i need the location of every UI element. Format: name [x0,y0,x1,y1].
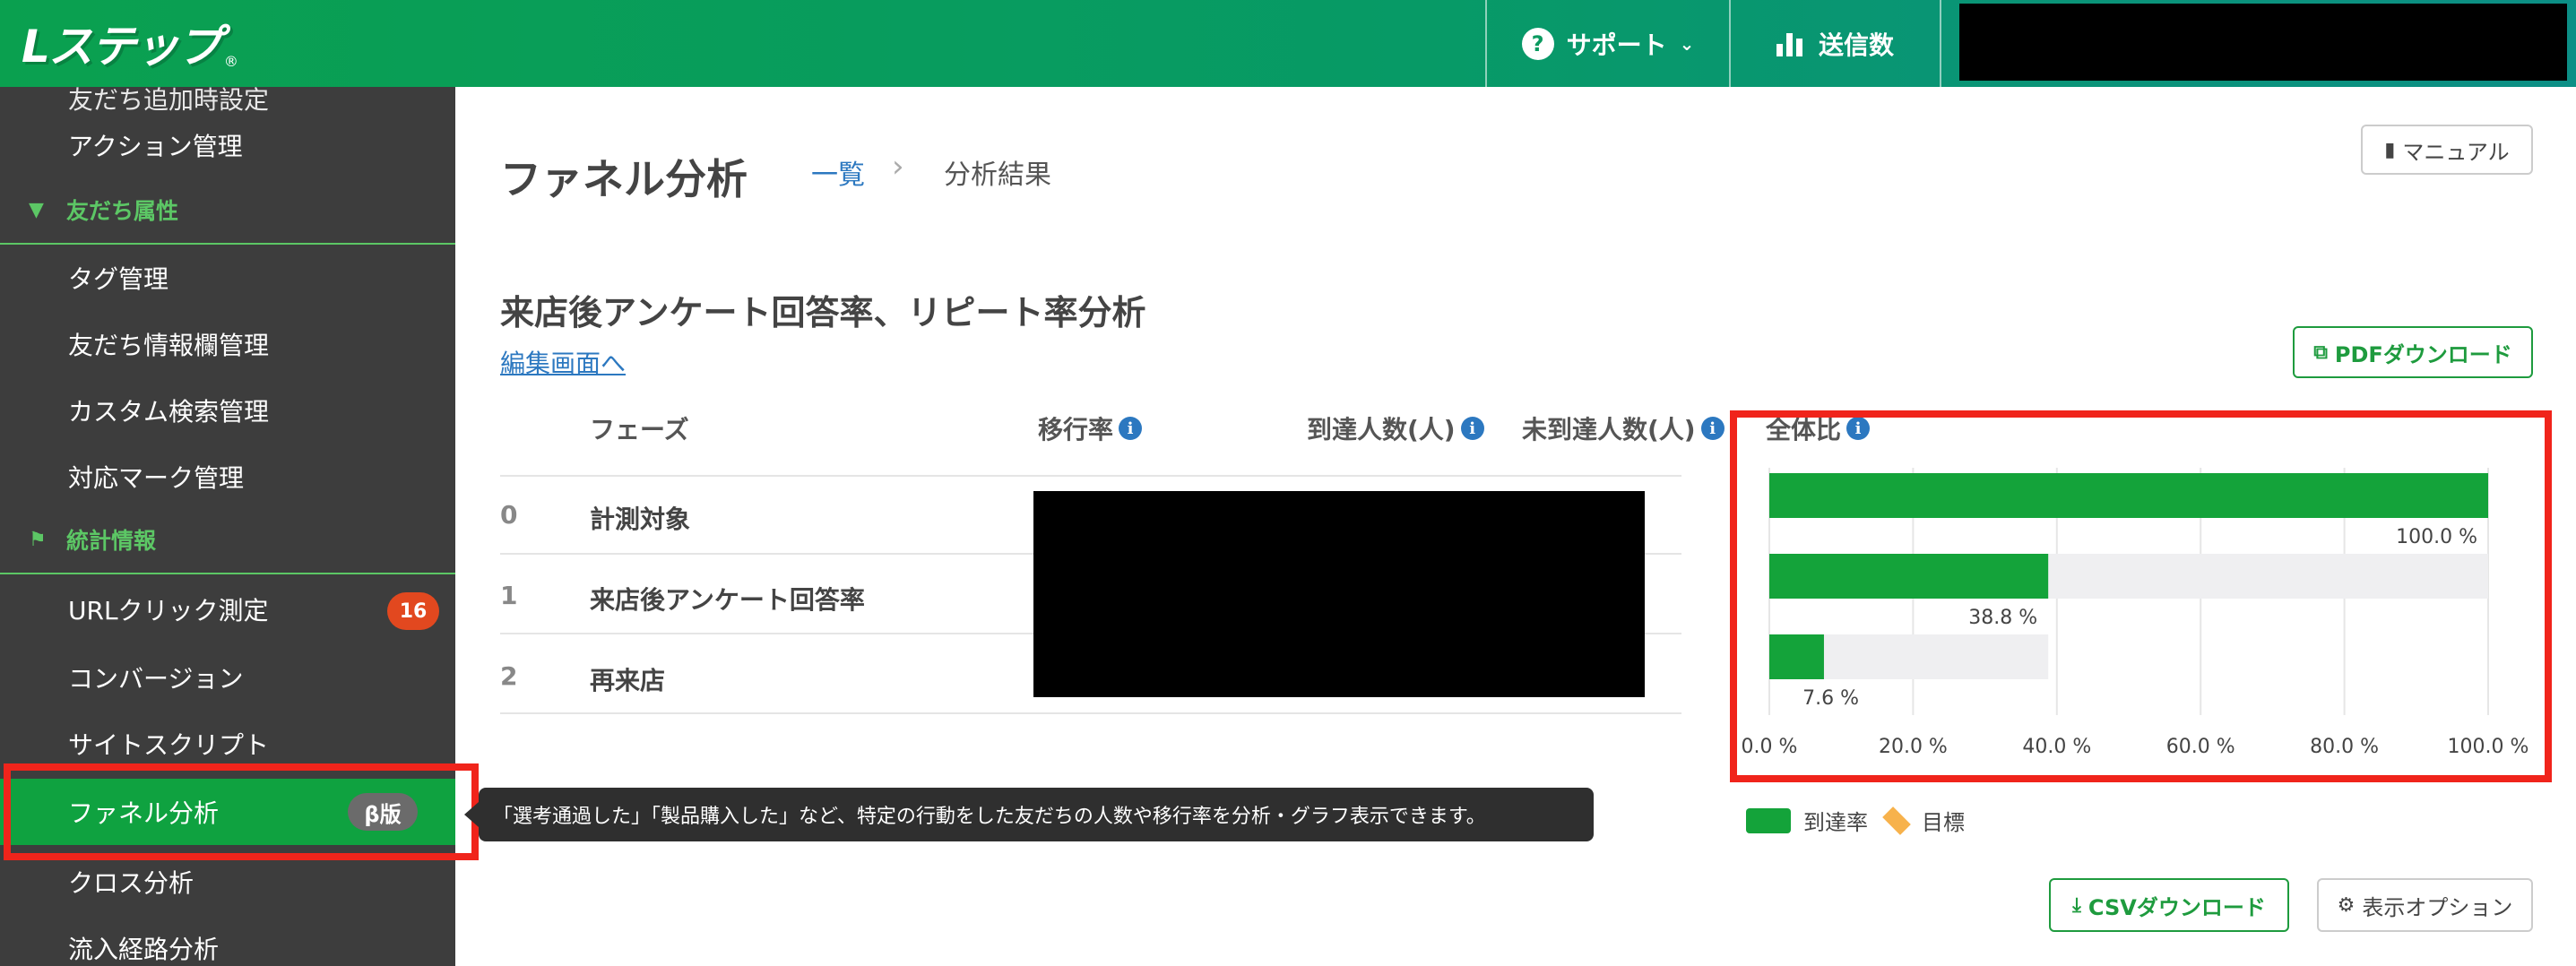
question-circle-icon: ? [1521,27,1554,60]
section-label: 統計情報 [66,528,157,554]
row-phase: 再来店 [590,666,666,695]
sidebar-item-response-marks[interactable]: 対応マーク管理 [0,445,455,508]
external-link-icon: ⧉ [2313,341,2328,364]
bar [1769,473,2488,518]
manual-button[interactable]: ▮ マニュアル [2361,125,2533,175]
breadcrumb-list-link[interactable]: 一覧 [811,152,865,192]
bar-value-label: 7.6 % [1802,687,1859,710]
options-button-label: 表示オプション [2362,894,2513,920]
row-index: 1 [500,581,518,610]
beta-badge: β版 [348,793,418,831]
breadcrumb-current: 分析結果 [944,160,1051,191]
column-label: 到達人数(人) [1307,415,1456,444]
legend-swatch [1882,806,1911,835]
sidebar-item-url-click[interactable]: URLクリック測定 16 [0,578,455,641]
logo-text: Lステップ [22,21,222,73]
legend-item-reach: 到達率 [1746,805,1868,836]
redacted-account [1959,4,2567,81]
account-area[interactable] [1940,0,2576,87]
top-bar: Lステップ ® ? サポート ⌄ 送信数 [0,0,2576,87]
x-tick-label: 20.0 % [1879,736,1948,758]
bar-chart-icon [1776,31,1802,56]
info-icon[interactable]: i [1460,417,1484,440]
section-label: 友だち属性 [66,198,179,224]
sidebar: 友だち追加時設定 アクション管理 ▼ 友だち属性 タグ管理 友だち情報欄管理 カ… [0,87,455,966]
x-tick-label: 40.0 % [2022,736,2091,758]
bar-value-label: 100.0 % [2396,526,2477,548]
legend-label: 到達率 [1803,810,1868,835]
sidebar-item-funnel-analysis[interactable]: ファネル分析 β版 [0,779,455,845]
support-label: サポート [1566,30,1667,60]
bar [1769,554,2049,599]
sidebar-item-label: URLクリック測定 [68,596,269,625]
sidebar-item-site-script[interactable]: サイトスクリプト [0,712,455,775]
table-divider [500,712,1681,714]
bar-value-label: 38.8 % [1968,607,2037,629]
x-tick-label: 0.0 % [1742,736,1798,758]
support-menu[interactable]: ? サポート ⌄ [1485,0,1729,87]
legend-swatch [1746,807,1791,833]
sidebar-item-label: ファネル分析 [68,798,220,828]
funnel-tooltip: 「選考通過した」「製品購入した」など、特定の行動をした友だちの人数や移行率を分析… [464,788,1594,841]
row-phase: 計測対象 [590,505,691,534]
info-icon[interactable]: i [1119,417,1143,440]
redacted-table-values [1033,491,1645,697]
x-tick-label: 100.0 % [2448,736,2529,758]
sent-count-label: 送信数 [1818,30,1894,60]
pdf-download-button[interactable]: ⧉ PDFダウンロード [2293,326,2533,378]
filter-icon: ▼ [29,198,44,221]
sidebar-item-cross-analysis[interactable]: クロス分析 [0,850,455,913]
row-phase: 来店後アンケート回答率 [590,585,865,615]
csv-button-label: CSVダウンロード [2088,894,2266,920]
table-divider [500,475,1681,477]
logo-registered-mark: ® [223,53,238,70]
analysis-title: 来店後アンケート回答率、リピート率分析 [500,293,1146,332]
sent-count-link[interactable]: 送信数 [1729,0,1940,87]
funnel-bar-chart: 0.0 % 20.0 % 40.0 % 60.0 % 80.0 % 100.0 % 100.… [1742,468,2529,758]
sidebar-item-friend-info-fields[interactable]: 友だち情報欄管理 [0,313,455,375]
column-header-reached: 到達人数(人) i [1307,410,1484,446]
breadcrumb-chevron-icon: › [892,149,904,185]
page-title: ファネル分析 [500,155,748,203]
notification-badge: 16 [387,592,439,630]
column-header-phase: フェーズ [590,410,689,446]
gear-icon: ⚙ [2337,893,2356,917]
sidebar-item-inflow-route-analysis[interactable]: 流入経路分析 [0,917,455,966]
column-label: 移行率 [1038,415,1114,444]
app-logo[interactable]: Lステップ ® [22,13,238,75]
sidebar-item-tag-management[interactable]: タグ管理 [0,246,455,309]
display-options-button[interactable]: ⚙ 表示オプション [2317,878,2533,932]
download-icon: ⤓ [2072,893,2081,917]
sidebar-item-custom-search[interactable]: カスタム検索管理 [0,379,455,442]
pdf-button-label: PDFダウンロード [2334,341,2512,367]
column-label: フェーズ [590,415,689,444]
top-nav: ? サポート ⌄ 送信数 [1485,0,2576,87]
legend-item-target: 目標 [1882,805,1965,836]
chevron-down-icon: ⌄ [1679,32,1695,55]
csv-download-button[interactable]: ⤓ CSVダウンロード [2049,878,2289,932]
flag-icon: ⚑ [29,528,47,551]
x-tick-label: 60.0 % [2166,736,2235,758]
edit-screen-link[interactable]: 編集画面へ [500,344,626,380]
row-index: 2 [500,661,518,691]
bar [1769,634,1824,679]
manual-button-label: マニュアル [2402,139,2510,165]
sidebar-section-friend-attributes: ▼ 友だち属性 [0,177,455,245]
column-header-not-reached: 未到達人数(人) i [1522,410,1725,446]
sidebar-section-statistics: ⚑ 統計情報 [0,506,455,574]
book-icon: ▮ [2384,138,2396,161]
info-icon[interactable]: i [1700,417,1725,440]
sidebar-item-action-management[interactable]: アクション管理 [0,114,455,177]
x-tick-label: 80.0 % [2310,736,2379,758]
row-index: 0 [500,500,518,530]
column-header-rate: 移行率 i [1038,410,1143,446]
column-label: 未到達人数(人) [1522,415,1696,444]
legend-label: 目標 [1922,810,1965,835]
sidebar-item-conversion[interactable]: コンバージョン [0,646,455,709]
